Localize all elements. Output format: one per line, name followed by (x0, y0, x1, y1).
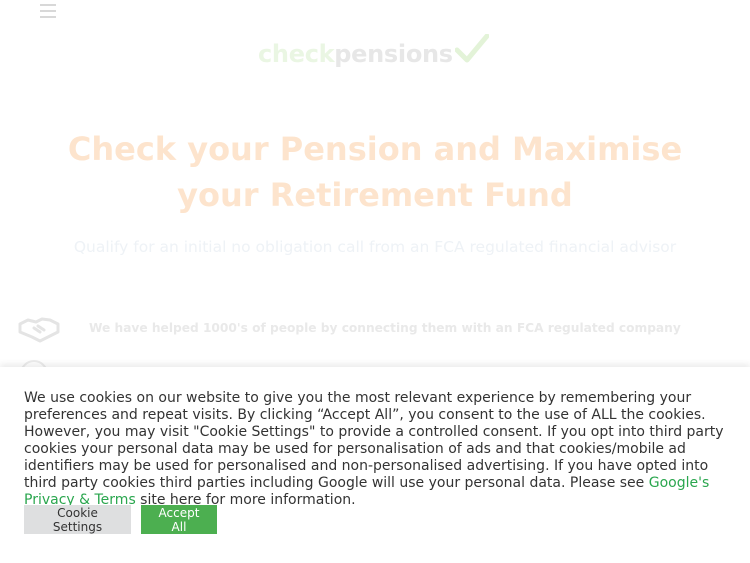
accept-all-button[interactable]: Accept All (141, 505, 217, 534)
cookie-message: We use cookies on our website to give yo… (24, 390, 730, 509)
hero-title: Check your Pension and Maximise your Ret… (67, 130, 683, 214)
feature-text: We have helped 1000's of people by conne… (89, 321, 681, 335)
site-logo[interactable]: check pensions (258, 28, 489, 68)
hamburger-menu-icon[interactable] (40, 4, 56, 18)
feature-item: We have helped 1000's of people by conne… (18, 312, 718, 346)
cookie-settings-button[interactable]: Cookie Settings (24, 505, 131, 534)
checkmark-icon (454, 34, 489, 63)
menu-bar (40, 16, 56, 18)
logo-pensions-text: pensions (334, 40, 453, 68)
handshake-icon (18, 317, 60, 343)
cookie-message-text: We use cookies on our website to give yo… (24, 390, 724, 491)
menu-bar (40, 10, 56, 12)
cookie-consent-banner: We use cookies on our website to give yo… (0, 367, 750, 563)
menu-bar (40, 4, 56, 6)
logo-check-text: check (258, 40, 335, 68)
hero-subtitle: Qualify for an initial no obligation cal… (73, 238, 677, 256)
